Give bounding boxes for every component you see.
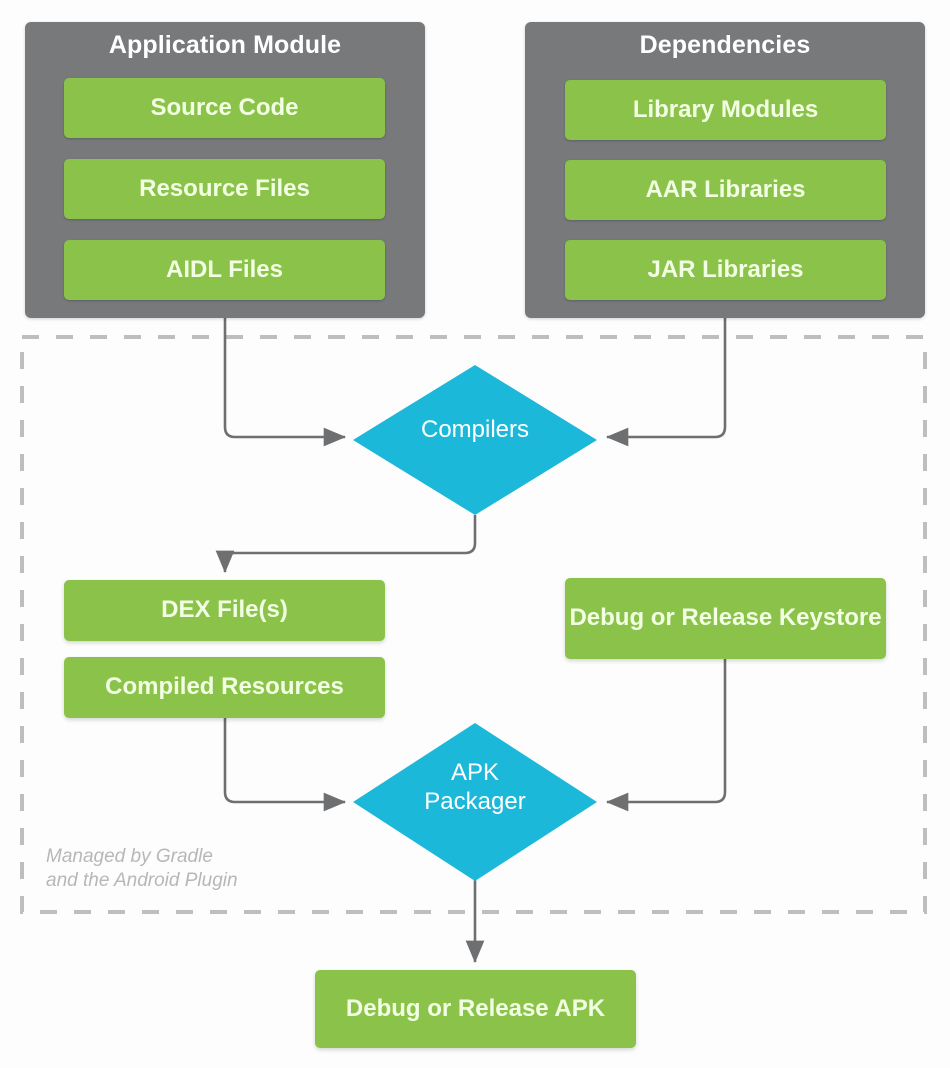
- item-library-modules[interactable]: Library Modules: [565, 80, 886, 140]
- group-title-dependencies: Dependencies: [639, 31, 811, 59]
- item-source-code[interactable]: Source Code: [64, 78, 385, 138]
- arrow-compilers-to-dex: [215, 515, 477, 574]
- group-title-application-module: Application Module: [108, 31, 342, 59]
- arrow-keystore-to-packager: [605, 658, 727, 812]
- item-aidl-files[interactable]: AIDL Files: [64, 240, 385, 300]
- android-build-process-diagram: Application Module Source Code Resource …: [0, 0, 950, 1068]
- artifact-dex-files[interactable]: DEX File(s): [64, 580, 385, 641]
- apk-packager-diamond-shape[interactable]: [353, 723, 597, 881]
- compilers-diamond-shape[interactable]: [353, 365, 597, 515]
- artifact-compiled-resources[interactable]: Compiled Resources: [64, 657, 385, 718]
- item-aar-libraries[interactable]: AAR Libraries: [565, 160, 886, 220]
- gradle-region-note: Managed by Gradle and the Android Plugin: [46, 846, 238, 892]
- artifact-output-apk[interactable]: Debug or Release APK: [315, 970, 636, 1048]
- item-resource-files[interactable]: Resource Files: [64, 159, 385, 219]
- item-jar-libraries[interactable]: JAR Libraries: [565, 240, 886, 300]
- arrow-resources-to-packager: [223, 718, 347, 812]
- artifact-keystore[interactable]: Debug or Release Keystore: [565, 578, 886, 659]
